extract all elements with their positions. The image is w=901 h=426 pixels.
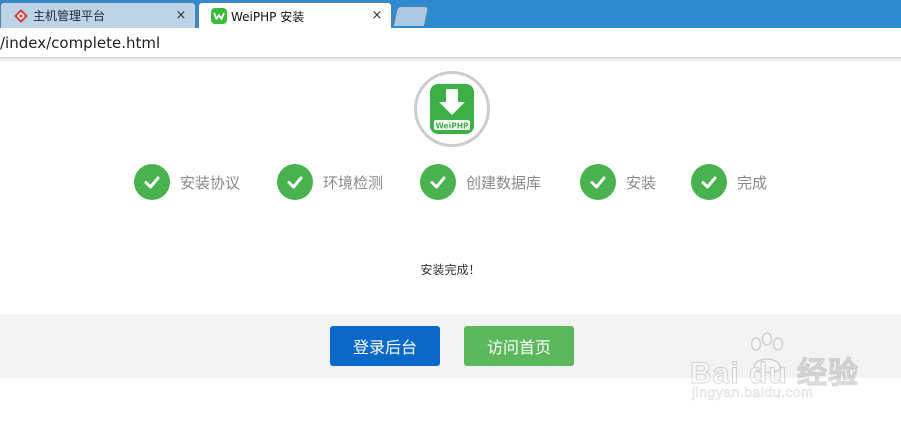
- step-label: 完成: [737, 173, 768, 192]
- tab-title: WeiPHP 安装: [231, 9, 305, 24]
- close-tab-icon[interactable]: ×: [173, 8, 189, 24]
- step-label: 安装: [626, 173, 657, 192]
- weiphp-logo: WeiPHP: [414, 71, 490, 147]
- download-box-logo-icon: WeiPHP: [430, 84, 474, 134]
- watermark-url: jingyan.baidu.com: [692, 384, 814, 401]
- tab-title: 主机管理平台: [33, 9, 106, 23]
- address-bar-divider: [0, 58, 901, 63]
- address-bar: [0, 28, 901, 58]
- step-label: 环境检测: [323, 173, 384, 192]
- install-complete-message: 安装完成！: [420, 263, 481, 277]
- logo-text: WeiPHP: [436, 122, 469, 131]
- step-label: 创建数据库: [466, 173, 542, 192]
- check-icon: [134, 164, 170, 200]
- step-label: 安装协议: [180, 173, 241, 192]
- check-icon: [580, 164, 616, 200]
- step-database: 创建数据库: [420, 163, 541, 201]
- url-input[interactable]: [0, 32, 895, 54]
- step-install: 安装: [580, 163, 656, 201]
- login-admin-button[interactable]: 登录后台: [330, 326, 440, 366]
- browser-tab-host-admin[interactable]: 主机管理平台 ×: [0, 2, 196, 28]
- step-agreement: 安装协议: [134, 163, 240, 201]
- browser-tab-weiphp-install[interactable]: WeiPHP 安装 ×: [198, 2, 392, 29]
- host-admin-favicon-icon: [14, 8, 28, 23]
- check-icon: [420, 164, 456, 200]
- step-complete: 完成: [691, 163, 767, 201]
- install-steps: 安装协议 环境检测 创建数据库 安装 完成: [0, 163, 901, 201]
- visit-homepage-button[interactable]: 访问首页: [464, 326, 574, 366]
- check-icon: [691, 164, 727, 200]
- new-tab-button[interactable]: [392, 6, 430, 26]
- weiphp-favicon-icon: [211, 8, 227, 24]
- check-icon: [277, 164, 313, 200]
- action-footer: 登录后台 访问首页: [0, 314, 901, 378]
- close-tab-icon[interactable]: ×: [369, 8, 385, 24]
- browser-tab-strip: 主机管理平台 × WeiPHP 安装 ×: [0, 0, 901, 29]
- step-environment: 环境检测: [277, 163, 383, 201]
